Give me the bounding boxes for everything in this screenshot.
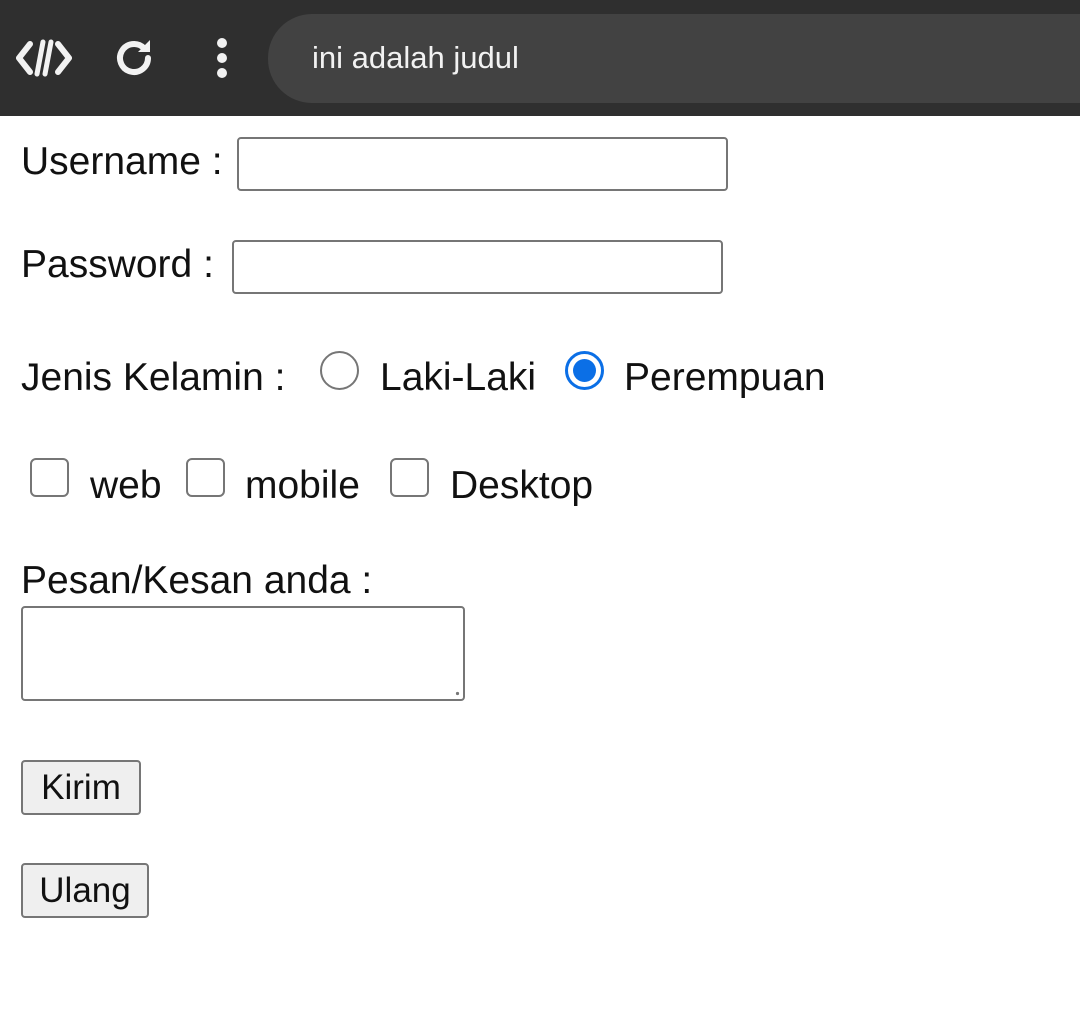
gender-label: Jenis Kelamin : bbox=[21, 356, 286, 399]
more-menu-icon[interactable] bbox=[192, 28, 252, 88]
radio-laki-laki-label: Laki-Laki bbox=[380, 356, 537, 399]
password-input[interactable] bbox=[232, 240, 723, 294]
devtools-icon[interactable] bbox=[14, 28, 74, 88]
username-label: Username : bbox=[21, 140, 223, 183]
checkbox-web[interactable] bbox=[30, 458, 69, 497]
reload-icon[interactable] bbox=[104, 28, 164, 88]
page-title: ini adalah judul bbox=[312, 40, 519, 75]
submit-button[interactable]: Kirim bbox=[21, 760, 141, 815]
message-label: Pesan/Kesan anda : bbox=[21, 559, 373, 602]
checkbox-desktop-label: Desktop bbox=[450, 464, 594, 507]
checkbox-mobile-label: mobile bbox=[245, 464, 360, 507]
checkbox-desktop[interactable] bbox=[390, 458, 429, 497]
message-textarea[interactable] bbox=[21, 606, 465, 701]
radio-perempuan-label: Perempuan bbox=[624, 356, 826, 399]
address-bar[interactable]: ini adalah judul bbox=[268, 14, 1080, 103]
checkbox-web-label: web bbox=[90, 464, 162, 507]
reset-button[interactable]: Ulang bbox=[21, 863, 149, 918]
username-input[interactable] bbox=[237, 137, 728, 191]
resize-grip-icon[interactable] bbox=[455, 691, 460, 696]
radio-perempuan[interactable] bbox=[565, 351, 604, 390]
browser-toolbar: ini adalah judul bbox=[0, 0, 1080, 116]
checkbox-mobile[interactable] bbox=[186, 458, 225, 497]
radio-laki-laki[interactable] bbox=[320, 351, 359, 390]
password-label: Password : bbox=[21, 243, 214, 286]
